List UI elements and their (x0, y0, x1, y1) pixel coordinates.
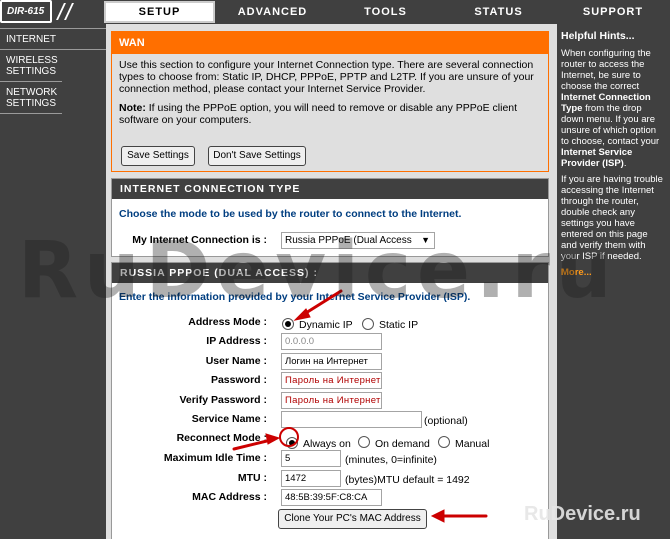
sidebar-item-wireless-settings[interactable]: WIRELESS SETTINGS (0, 50, 62, 82)
sidebar-item-network-settings[interactable]: NETWORK SETTINGS (0, 82, 62, 114)
hints-paragraph-1: When configuring the router to access th… (561, 48, 660, 169)
helpful-hints-panel: Helpful Hints... When configuring the ro… (557, 24, 670, 539)
divider-slash (64, 3, 74, 20)
sidebar-item-internet[interactable]: INTERNET (0, 28, 106, 50)
arrow-to-reconnect-mode (232, 438, 273, 451)
red-arrow-icons (232, 289, 488, 523)
tab-advanced[interactable]: ADVANCED (217, 1, 328, 23)
tab-status[interactable]: STATUS (443, 1, 554, 23)
hints-title: Helpful Hints... (561, 30, 635, 42)
tab-support[interactable]: SUPPORT (556, 1, 670, 23)
tab-setup[interactable]: SETUP (104, 1, 215, 23)
highlight-ring (279, 427, 299, 447)
more-link[interactable]: More... (561, 267, 666, 278)
model-badge: DIR-615 (0, 0, 52, 23)
hints-paragraph-2: If you are having trouble accessing the … (561, 174, 663, 262)
top-bar: DIR-615 SETUP ADVANCED TOOLS STATUS SUPP… (0, 0, 670, 24)
tab-tools[interactable]: TOOLS (330, 1, 441, 23)
sidebar: INTERNET WIRELESS SETTINGS NETWORK SETTI… (0, 24, 106, 539)
main-content: WAN Use this section to configure your I… (106, 24, 557, 539)
